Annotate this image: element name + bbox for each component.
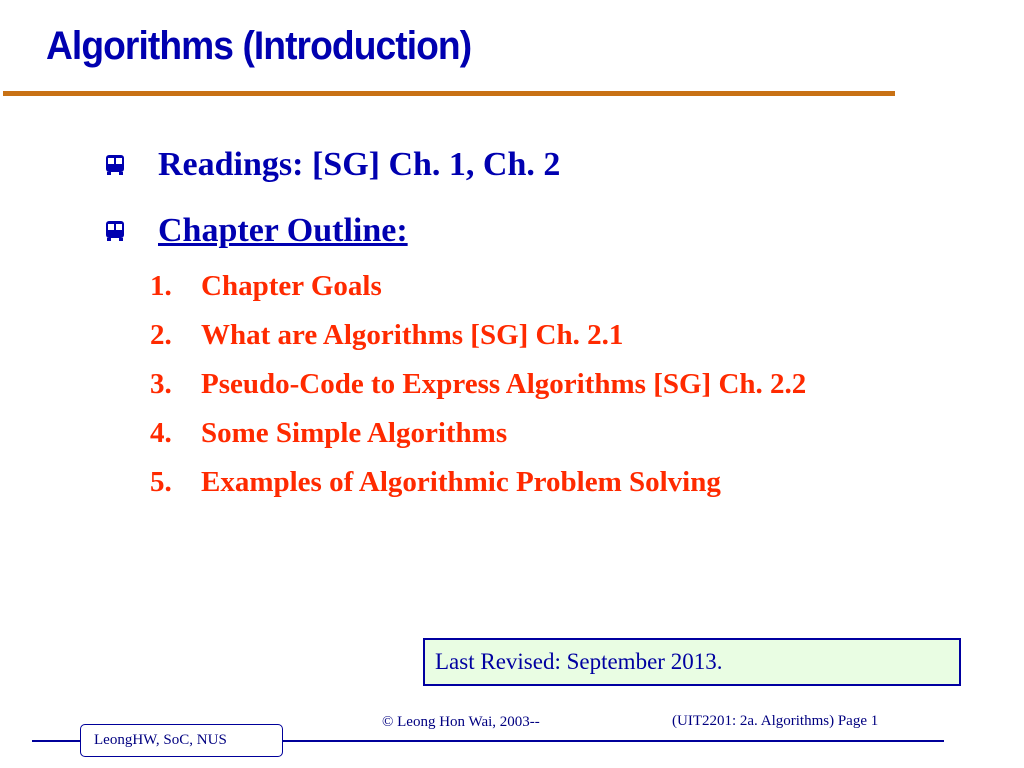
outline-text: Examples of Algorithmic Problem Solving (201, 466, 721, 498)
title-divider (3, 91, 895, 96)
outline-number: 1. (150, 270, 172, 302)
last-revised-text: Last Revised: September 2013. (435, 649, 723, 674)
footer-page-info: (UIT2201: 2a. Algorithms) Page 1 (672, 713, 879, 729)
outline-item: 1. Chapter Goals (150, 262, 806, 311)
last-revised-box: Last Revised: September 2013. (423, 638, 961, 686)
outline-text: What are Algorithms [SG] Ch. 2.1 (201, 319, 624, 351)
bullet-chapter-outline: Chapter Outline: (104, 212, 408, 250)
slide-title: Algorithms (Introduction) (46, 24, 472, 68)
readings-text: Readings: [SG] Ch. 1, Ch. 2 (158, 146, 561, 183)
outline-text: Chapter Goals (201, 270, 382, 302)
outline-item: 5. Examples of Algorithmic Problem Solvi… (150, 458, 806, 507)
outline-item: 4. Some Simple Algorithms (150, 409, 806, 458)
outline-number: 4. (150, 417, 172, 449)
bullet-readings: Readings: [SG] Ch. 1, Ch. 2 (104, 146, 560, 184)
footer-copyright: © Leong Hon Wai, 2003-- (382, 714, 540, 730)
footer-author-box: LeongHW, SoC, NUS (80, 724, 283, 757)
bus-icon (106, 221, 124, 241)
bus-icon (106, 155, 124, 175)
outline-item: 2. What are Algorithms [SG] Ch. 2.1 (150, 311, 806, 360)
outline-number: 2. (150, 319, 172, 351)
outline-item: 3. Pseudo-Code to Express Algorithms [SG… (150, 360, 806, 409)
outline-text: Some Simple Algorithms (201, 417, 508, 449)
outline-number: 3. (150, 368, 172, 400)
footer-author-text: LeongHW, SoC, NUS (94, 732, 227, 748)
outline-text: Pseudo-Code to Express Algorithms [SG] C… (201, 368, 807, 400)
chapter-outline-link[interactable]: Chapter Outline: (158, 212, 408, 250)
outline-list: 1. Chapter Goals 2. What are Algorithms … (150, 262, 806, 507)
outline-number: 5. (150, 466, 172, 498)
